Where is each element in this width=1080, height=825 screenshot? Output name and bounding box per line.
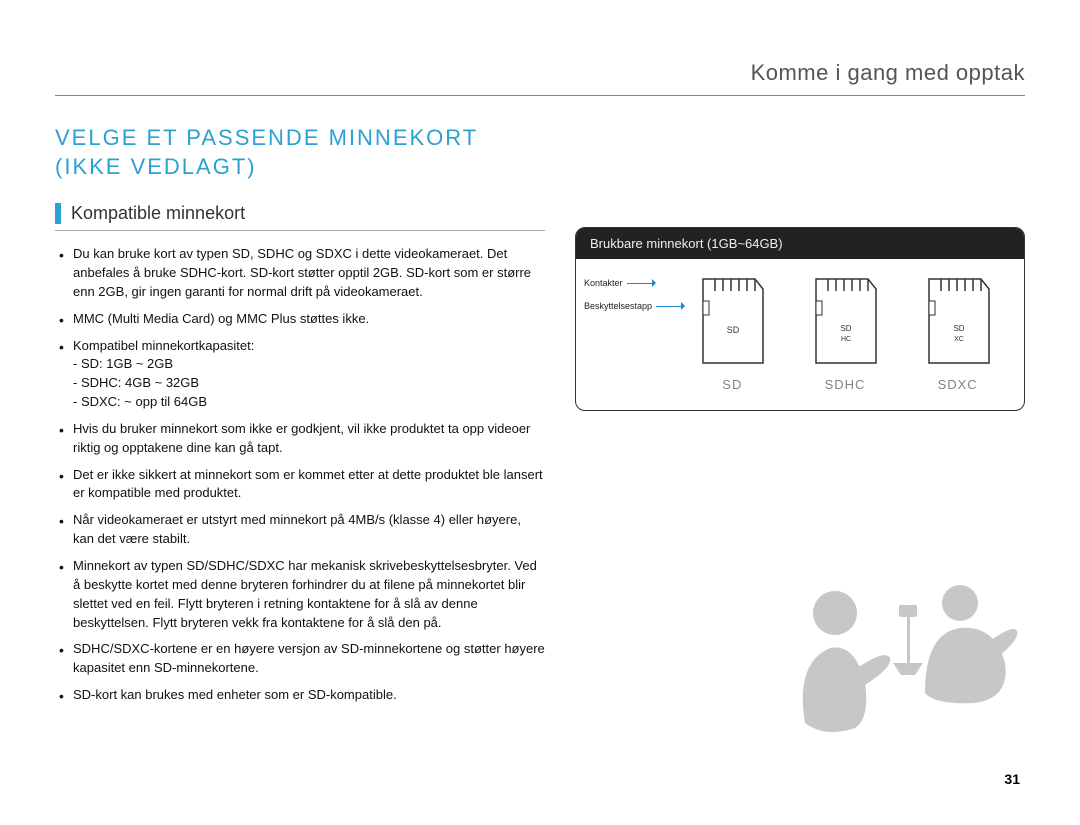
- svg-text:SD: SD: [840, 324, 851, 333]
- subheading-text: Kompatible minnekort: [71, 203, 245, 224]
- bullet-item: Minnekort av typen SD/SDHC/SDXC har meka…: [73, 557, 545, 632]
- pointer-line-icon: [627, 283, 655, 284]
- bullet-text: Kompatibel minnekortkapasitet:: [73, 338, 254, 353]
- capacity-sublines: - SD: 1GB ~ 2GB - SDHC: 4GB ~ 32GB - SDX…: [73, 355, 545, 412]
- pointer-line-icon: [656, 306, 684, 307]
- card-type-label: SDHC: [825, 377, 866, 392]
- bullet-item: Kompatibel minnekortkapasitet: - SD: 1GB…: [73, 337, 545, 412]
- usable-cards-box: Brukbare minnekort (1GB~64GB) Kontakter …: [575, 227, 1025, 411]
- silhouette-illustration: [775, 553, 1035, 753]
- card-type-label: SDXC: [938, 377, 978, 392]
- bullet-item: Hvis du bruker minnekort som ikke er god…: [73, 420, 545, 458]
- sdxc-card-icon: SD XC: [919, 273, 997, 369]
- svg-text:SD: SD: [727, 325, 740, 335]
- sdhc-card-icon: SD HC: [806, 273, 884, 369]
- section-title-line: (IKKE VEDLAGT): [55, 154, 257, 179]
- capacity-line: - SD: 1GB ~ 2GB: [73, 355, 545, 374]
- card-type-label: SD: [722, 377, 742, 392]
- accent-bar: [55, 203, 61, 224]
- bullet-item: SD-kort kan brukes med enheter som er SD…: [73, 686, 545, 705]
- subheading: Kompatible minnekort: [55, 203, 545, 231]
- capacity-line: - SDXC: ~ opp til 64GB: [73, 393, 545, 412]
- bullet-item: SDHC/SDXC-kortene er en høyere versjon a…: [73, 640, 545, 678]
- capacity-line: - SDHC: 4GB ~ 32GB: [73, 374, 545, 393]
- page-number: 31: [1004, 771, 1020, 787]
- protect-tab-label: Beskyttelsestapp: [584, 300, 652, 313]
- bullet-item: MMC (Multi Media Card) og MMC Plus støtt…: [73, 310, 545, 329]
- section-title-line: VELGE ET PASSENDE MINNEKORT: [55, 125, 478, 150]
- bullet-item: Det er ikke sikkert at minnekort som er …: [73, 466, 545, 504]
- sd-card-icon: SD: [693, 273, 771, 369]
- usable-cards-header: Brukbare minnekort (1GB~64GB): [576, 228, 1024, 259]
- chapter-header: Komme i gang med opptak: [55, 60, 1025, 96]
- bullet-item: Du kan bruke kort av typen SD, SDHC og S…: [73, 245, 545, 302]
- card-annotation-labels: Kontakter Beskyttelsestapp: [584, 277, 684, 322]
- bullet-item: Når videokameraet er utstyrt med minneko…: [73, 511, 545, 549]
- contacts-label: Kontakter: [584, 277, 623, 290]
- chapter-title: Komme i gang med opptak: [751, 60, 1025, 86]
- bullet-list: Du kan bruke kort av typen SD, SDHC og S…: [55, 245, 545, 705]
- svg-text:HC: HC: [841, 336, 851, 343]
- section-title: VELGE ET PASSENDE MINNEKORT (IKKE VEDLAG…: [55, 124, 1025, 181]
- svg-text:XC: XC: [954, 336, 964, 343]
- svg-text:SD: SD: [953, 324, 964, 333]
